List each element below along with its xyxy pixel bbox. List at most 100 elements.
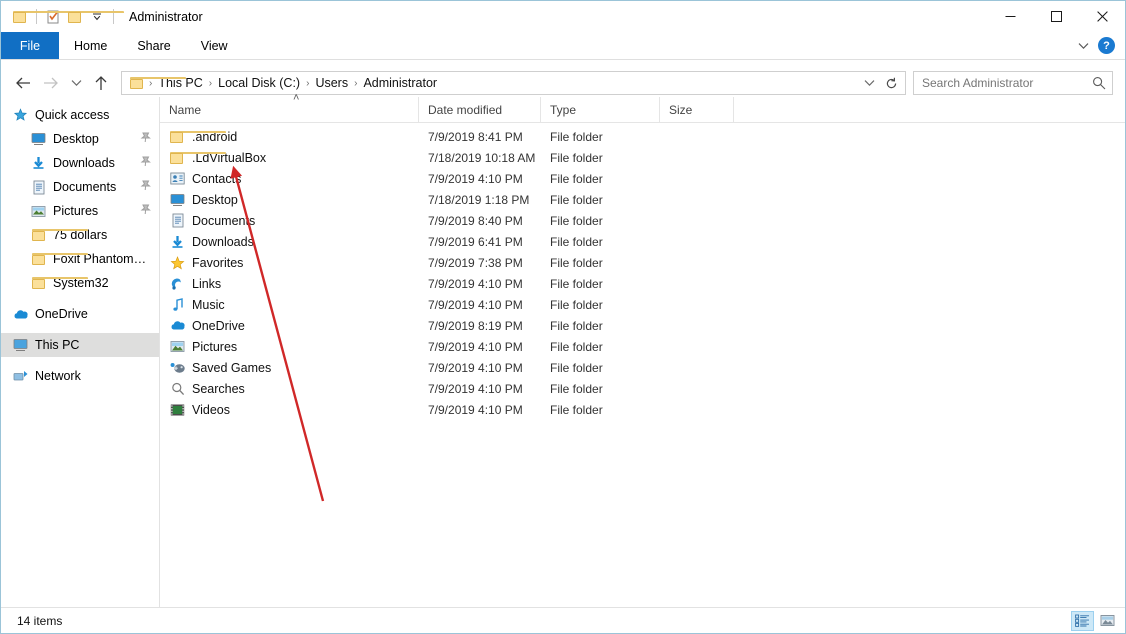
search-input[interactable] [922, 76, 1092, 90]
file-type-cell: File folder [541, 340, 660, 354]
file-name-cell[interactable]: Downloads [160, 234, 419, 250]
file-name-label: Saved Games [192, 361, 271, 375]
table-row[interactable]: Documents 7/9/2019 8:40 PM File folder [160, 210, 1125, 231]
file-name-cell[interactable]: Videos [160, 402, 419, 418]
file-type-cell: File folder [541, 235, 660, 249]
sidebar-item-documents[interactable]: Documents [1, 175, 159, 199]
documents-icon [169, 213, 186, 229]
address-bar: › This PC › Local Disk (C:) › Users › Ad… [1, 69, 1125, 97]
documents-icon [30, 179, 47, 195]
pin-icon[interactable] [140, 204, 151, 218]
file-name-cell[interactable]: Favorites [160, 255, 419, 271]
pin-icon[interactable] [140, 156, 151, 170]
help-icon[interactable]: ? [1098, 37, 1115, 54]
tab-view[interactable]: View [186, 32, 243, 59]
folder-icon[interactable] [9, 6, 31, 28]
search-icon[interactable] [1092, 76, 1106, 90]
tab-home[interactable]: Home [59, 32, 122, 59]
file-type-cell: File folder [541, 298, 660, 312]
table-row[interactable]: Music 7/9/2019 4:10 PM File folder [160, 294, 1125, 315]
breadcrumb-item-local-disk[interactable]: Local Disk (C:) [213, 76, 305, 90]
large-icons-view-button[interactable] [1096, 611, 1119, 631]
table-row[interactable]: Saved Games 7/9/2019 4:10 PM File folder [160, 357, 1125, 378]
sidebar-item-desktop[interactable]: Desktop [1, 127, 159, 151]
sidebar-item-this-pc[interactable]: This PC [1, 333, 159, 357]
file-name-cell[interactable]: Music [160, 297, 419, 313]
onedrive-icon [12, 306, 29, 322]
collapse-ribbon-icon[interactable] [1072, 33, 1094, 59]
new-folder-icon[interactable] [64, 6, 86, 28]
table-row[interactable]: Videos 7/9/2019 4:10 PM File folder [160, 399, 1125, 420]
table-row[interactable]: Downloads 7/9/2019 6:41 PM File folder [160, 231, 1125, 252]
column-header-name[interactable]: Name ˄ [160, 97, 419, 123]
column-header-date-modified[interactable]: Date modified [419, 97, 541, 123]
table-row[interactable]: Desktop 7/18/2019 1:18 PM File folder [160, 189, 1125, 210]
file-name-label: Music [192, 298, 225, 312]
table-row[interactable]: Favorites 7/9/2019 7:38 PM File folder [160, 252, 1125, 273]
sidebar-item-foxit-phantompdf[interactable]: Foxit PhantomPDF [1, 247, 159, 271]
sidebar-item-network[interactable]: Network [1, 364, 159, 388]
column-header-size[interactable]: Size [660, 97, 734, 123]
sidebar-item-system32[interactable]: System32 [1, 271, 159, 295]
file-explorer-window: Administrator File Home Share View ? [0, 0, 1126, 634]
view-buttons [1071, 611, 1119, 631]
file-name-cell[interactable]: Contacts [160, 171, 419, 187]
close-button[interactable] [1079, 1, 1125, 32]
table-row[interactable]: Searches 7/9/2019 4:10 PM File folder [160, 378, 1125, 399]
file-name-cell[interactable]: .LdVirtualBox [160, 150, 419, 166]
properties-icon[interactable] [42, 6, 64, 28]
file-list-pane: Name ˄ Date modified Type Size .android … [160, 97, 1125, 607]
refresh-icon[interactable] [881, 72, 901, 94]
file-name-label: OneDrive [192, 319, 245, 333]
forward-button[interactable] [37, 70, 65, 96]
column-header-type[interactable]: Type [541, 97, 660, 123]
table-row[interactable]: Contacts 7/9/2019 4:10 PM File folder [160, 168, 1125, 189]
sidebar-item-downloads[interactable]: Downloads [1, 151, 159, 175]
column-headers: Name ˄ Date modified Type Size [160, 97, 1125, 123]
sidebar-item-pictures[interactable]: Pictures [1, 199, 159, 223]
sidebar-item-label: Desktop [53, 132, 99, 146]
sidebar-item-onedrive[interactable]: OneDrive [1, 302, 159, 326]
table-row[interactable]: Links 7/9/2019 4:10 PM File folder [160, 273, 1125, 294]
recent-locations-button[interactable] [65, 70, 87, 96]
table-row[interactable]: Pictures 7/9/2019 4:10 PM File folder [160, 336, 1125, 357]
file-name-cell[interactable]: Desktop [160, 192, 419, 208]
file-type-cell: File folder [541, 403, 660, 417]
table-row[interactable]: .LdVirtualBox 7/18/2019 10:18 AM File fo… [160, 147, 1125, 168]
search-box[interactable] [913, 71, 1113, 95]
pin-icon[interactable] [140, 180, 151, 194]
breadcrumb-item-administrator[interactable]: Administrator [358, 76, 442, 90]
minimize-button[interactable] [987, 1, 1033, 32]
back-button[interactable] [9, 70, 37, 96]
maximize-button[interactable] [1033, 1, 1079, 32]
breadcrumb-item-users[interactable]: Users [310, 76, 353, 90]
chevron-down-glyph [864, 79, 875, 87]
desktop-icon [169, 192, 186, 208]
maximize-icon [1051, 11, 1062, 22]
file-name-cell[interactable]: Saved Games [160, 360, 419, 376]
file-name-cell[interactable]: Pictures [160, 339, 419, 355]
address-dropdown-icon[interactable] [859, 72, 879, 94]
table-row[interactable]: .android 7/9/2019 8:41 PM File folder [160, 126, 1125, 147]
videos-icon [169, 402, 186, 418]
tab-share[interactable]: Share [122, 32, 185, 59]
tab-file[interactable]: File [1, 32, 59, 59]
sidebar-group-gap-2 [1, 326, 159, 333]
file-name-label: Contacts [192, 172, 241, 186]
file-name-cell[interactable]: Links [160, 276, 419, 292]
pictures-icon [30, 203, 47, 219]
sidebar-item-75-dollars[interactable]: 75 dollars [1, 223, 159, 247]
chevron-down-icon[interactable] [86, 6, 108, 28]
contacts-icon [169, 171, 186, 187]
table-row[interactable]: OneDrive 7/9/2019 8:19 PM File folder [160, 315, 1125, 336]
breadcrumb[interactable]: › This PC › Local Disk (C:) › Users › Ad… [121, 71, 906, 95]
details-view-button[interactable] [1071, 611, 1094, 631]
file-name-cell[interactable]: Documents [160, 213, 419, 229]
file-name-cell[interactable]: Searches [160, 381, 419, 397]
file-name-cell[interactable]: .android [160, 129, 419, 145]
file-name-cell[interactable]: OneDrive [160, 318, 419, 334]
up-button[interactable] [87, 70, 115, 96]
file-date-cell: 7/9/2019 8:40 PM [419, 214, 541, 228]
pin-icon[interactable] [140, 132, 151, 146]
sidebar-item-quick-access[interactable]: Quick access [1, 103, 159, 127]
